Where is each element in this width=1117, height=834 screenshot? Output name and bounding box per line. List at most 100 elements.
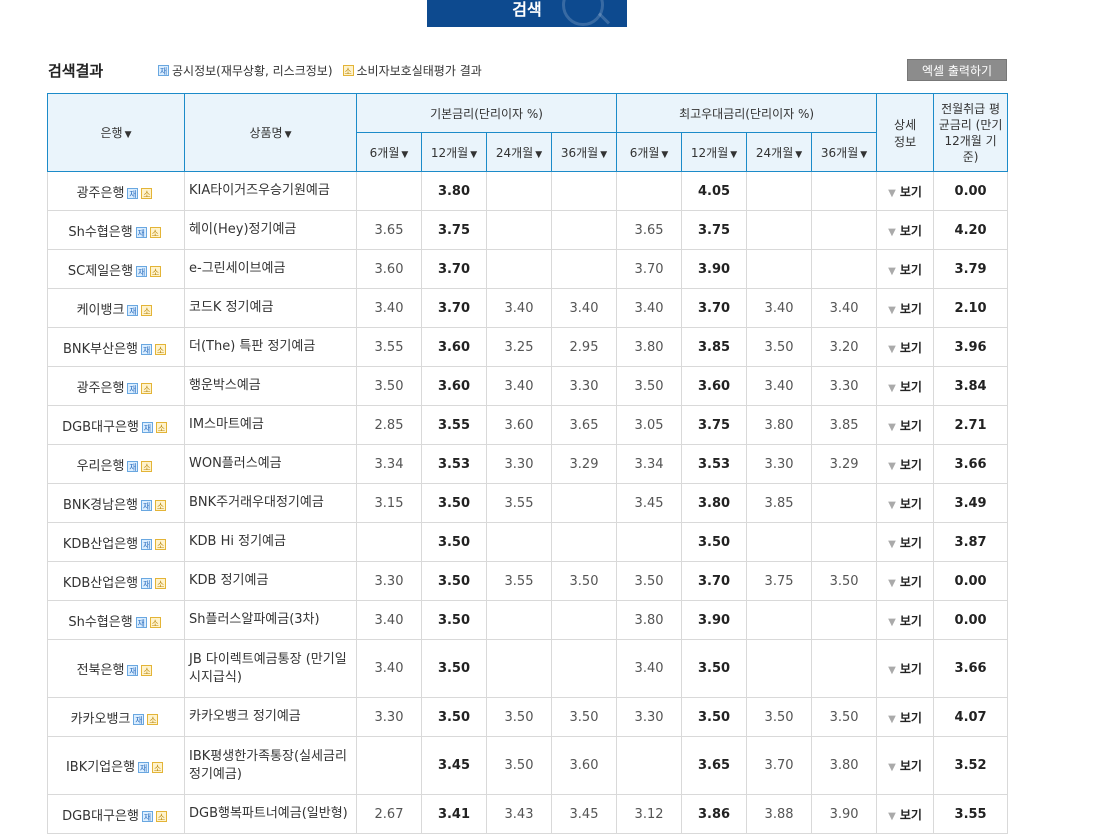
disclosure-badge-icon[interactable]: 재 <box>141 499 152 511</box>
bank-name: Sh수협은행 재 소 <box>47 210 185 250</box>
disclosure-badge-icon[interactable]: 재 <box>141 538 153 550</box>
max-rate-cell: 3.80 <box>616 327 683 367</box>
basic-rate-cell: 3.60 <box>356 249 422 289</box>
detail-view-button[interactable]: ▼ 보기 <box>876 522 935 562</box>
period-header-max-3[interactable]: 36개월 ▼ <box>811 132 878 172</box>
disclosure-badge-icon[interactable]: 재 <box>127 382 139 394</box>
consumer-protection-badge-icon[interactable]: 소 <box>147 713 159 725</box>
period-header-basic-2[interactable]: 24개월 ▼ <box>486 132 552 172</box>
disclosure-badge-icon[interactable]: 재 <box>141 343 152 355</box>
detail-view-button[interactable]: ▼ 보기 <box>876 561 935 601</box>
search-button[interactable]: 검색 <box>427 0 627 27</box>
consumer-protection-badge-icon[interactable]: 소 <box>155 577 167 589</box>
consumer-protection-badge-icon[interactable]: 소 <box>155 538 167 550</box>
avg-rate-cell: 3.49 <box>933 483 1009 523</box>
disclosure-badge-icon: 재 <box>158 65 169 76</box>
consumer-protection-badge-icon[interactable]: 소 <box>141 665 153 676</box>
period-header-basic-3[interactable]: 36개월 ▼ <box>550 132 618 172</box>
sort-caret-icon: ▼ <box>470 149 478 160</box>
product-name: JB 다이렉트예금통장 (만기일시지급식) <box>184 639 357 698</box>
consumer-protection-badge-icon: 소 <box>342 65 354 76</box>
consumer-protection-badge-icon[interactable]: 소 <box>149 616 161 628</box>
consumer-protection-badge-icon[interactable]: 소 <box>141 460 153 472</box>
consumer-protection-badge-icon[interactable]: 소 <box>150 265 162 277</box>
consumer-protection-badge-icon[interactable]: 소 <box>141 187 153 199</box>
consumer-protection-badge-icon[interactable]: 소 <box>155 421 167 433</box>
period-header-max-1[interactable]: 12개월 ▼ <box>681 132 748 172</box>
product-name: 코드K 정기예금 <box>184 288 357 328</box>
detail-view-button[interactable]: ▼ 보기 <box>876 483 935 523</box>
table-row: 우리은행 재 소 WON플러스예금 3.34 3.53 3.30 3.29 3.34 3.53 3.… <box>47 444 1009 484</box>
expand-triangle-icon: ▼ <box>888 226 896 238</box>
consumer-protection-badge-icon[interactable]: 소 <box>152 762 164 773</box>
detail-view-button[interactable]: ▼ 보기 <box>876 444 935 484</box>
detail-view-button[interactable]: ▼ 보기 <box>876 600 935 640</box>
disclosure-badge-icon[interactable]: 재 <box>127 665 139 676</box>
detail-view-button[interactable]: ▼ 보기 <box>876 249 935 289</box>
disclosure-badge-icon[interactable]: 재 <box>133 713 145 725</box>
detail-view-button[interactable]: ▼ 보기 <box>876 327 935 367</box>
basic-rate-cell: 2.67 <box>356 794 422 834</box>
basic-rate-cell: 3.50 <box>550 697 618 737</box>
avg-rate-cell: 2.10 <box>933 288 1009 328</box>
consumer-protection-badge-icon[interactable]: 소 <box>149 226 161 238</box>
bank-name: 우리은행 재 소 <box>47 444 185 484</box>
detail-view-button[interactable]: ▼ 보기 <box>876 639 935 698</box>
detail-view-button[interactable]: ▼ 보기 <box>876 210 935 250</box>
disclosure-badge-icon[interactable]: 재 <box>138 762 150 773</box>
basic-rate-cell: 3.80 <box>421 171 487 211</box>
disclosure-badge-icon[interactable]: 재 <box>135 226 147 238</box>
max-rate-cell: 3.85 <box>681 327 748 367</box>
expand-triangle-icon: ▼ <box>888 421 896 433</box>
detail-view-button[interactable]: ▼ 보기 <box>876 736 935 795</box>
basic-rate-cell: 3.40 <box>356 600 422 640</box>
sort-caret-icon: ▼ <box>124 130 132 140</box>
product-name: DGB행복파트너예금(일반형) <box>184 794 357 834</box>
max-rate-cell: 3.50 <box>746 697 813 737</box>
basic-rate-cell: 3.55 <box>356 327 422 367</box>
period-header-max-2[interactable]: 24개월 ▼ <box>746 132 813 172</box>
max-rate-cell <box>811 639 878 698</box>
basic-rate-cell: 3.30 <box>356 697 422 737</box>
max-rate-cell: 3.65 <box>616 210 683 250</box>
header-bank[interactable]: 은행 ▼ <box>47 93 185 172</box>
table-row: BNK경남은행 재 소 BNK주거래우대정기예금 3.15 3.50 3.55 3.45 3.8… <box>47 483 1009 523</box>
detail-view-button[interactable]: ▼ 보기 <box>876 405 935 445</box>
disclosure-badge-icon[interactable]: 재 <box>135 616 147 628</box>
bank-name: BNK경남은행 재 소 <box>47 483 185 523</box>
avg-rate-cell: 3.87 <box>933 522 1009 562</box>
expand-triangle-icon: ▼ <box>888 343 896 355</box>
max-rate-cell: 3.29 <box>811 444 878 484</box>
disclosure-badge-icon[interactable]: 재 <box>141 421 153 433</box>
consumer-protection-badge-icon[interactable]: 소 <box>141 304 153 316</box>
period-header-basic-1[interactable]: 12개월 ▼ <box>421 132 487 172</box>
expand-triangle-icon: ▼ <box>888 304 896 316</box>
detail-view-button[interactable]: ▼ 보기 <box>876 794 935 834</box>
disclosure-badge-icon[interactable]: 재 <box>127 460 139 472</box>
consumer-protection-badge-icon[interactable]: 소 <box>155 343 166 355</box>
detail-view-button[interactable]: ▼ 보기 <box>876 697 935 737</box>
table-row: KDB산업은행 재 소 KDB 정기예금 3.30 3.50 3.55 3.50 3.50 3.7… <box>47 561 1009 601</box>
max-rate-cell: 3.85 <box>811 405 878 445</box>
consumer-protection-badge-icon[interactable]: 소 <box>155 810 167 822</box>
disclosure-badge-icon[interactable]: 재 <box>127 304 139 316</box>
disclosure-badge-icon[interactable]: 재 <box>127 187 139 199</box>
consumer-protection-badge-icon[interactable]: 소 <box>155 499 166 511</box>
consumer-protection-badge-icon[interactable]: 소 <box>141 382 153 394</box>
period-header-max-0[interactable]: 6개월 ▼ <box>616 132 683 172</box>
basic-rate-cell: 3.50 <box>421 483 487 523</box>
disclosure-badge-icon[interactable]: 재 <box>141 577 153 589</box>
disclosure-badge-icon[interactable]: 재 <box>136 265 148 277</box>
expand-triangle-icon: ▼ <box>888 665 896 676</box>
max-rate-cell: 3.90 <box>681 249 748 289</box>
disclosure-badge-icon[interactable]: 재 <box>141 810 153 822</box>
detail-view-button[interactable]: ▼ 보기 <box>876 288 935 328</box>
header-product[interactable]: 상품명 ▼ <box>184 93 357 172</box>
detail-view-button[interactable]: ▼ 보기 <box>876 171 935 211</box>
period-header-basic-0[interactable]: 6개월 ▼ <box>356 132 422 172</box>
excel-export-button[interactable]: 엑셀 출력하기 <box>907 59 1007 81</box>
basic-rate-cell: 3.50 <box>421 600 487 640</box>
avg-rate-cell: 3.96 <box>933 327 1009 367</box>
magnifier-handle <box>597 12 611 25</box>
detail-view-button[interactable]: ▼ 보기 <box>876 366 935 406</box>
